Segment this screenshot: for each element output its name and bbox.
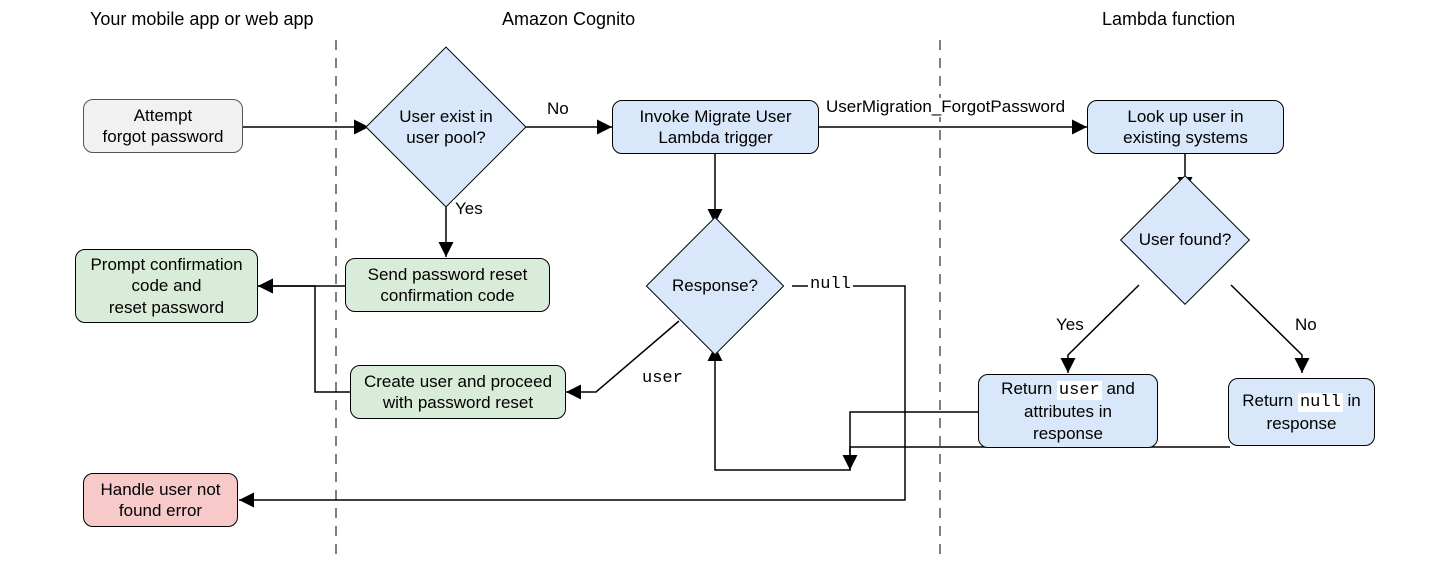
node-response: Response? <box>666 237 764 335</box>
lane-lambda-label: Lambda function <box>1100 10 1237 30</box>
node-user-exist: User exist in user pool? <box>389 70 503 184</box>
node-user-found: User found? <box>1139 194 1231 286</box>
edge-exist-no: No <box>545 100 571 119</box>
node-attempt: Attempt forgot password <box>83 99 243 153</box>
edge-resp-null: null <box>808 276 853 295</box>
lane-cognito-label: Amazon Cognito <box>500 10 637 30</box>
node-invoke-label: Invoke Migrate User Lambda trigger <box>639 106 791 149</box>
node-create-user-label: Create user and proceed with password re… <box>364 371 552 414</box>
node-send-reset-label: Send password reset confirmation code <box>368 264 528 307</box>
edge-migration: UserMigration_ForgotPassword <box>824 98 1067 117</box>
node-return-user: Return user and attributes in response <box>978 374 1158 448</box>
node-return-user-label: Return user and attributes in response <box>1001 378 1135 444</box>
node-invoke: Invoke Migrate User Lambda trigger <box>612 100 819 154</box>
node-prompt-label: Prompt confirmation code and reset passw… <box>90 254 242 318</box>
edge-found-no: No <box>1293 316 1319 335</box>
node-not-found-label: Handle user not found error <box>100 479 220 522</box>
node-return-null: Return null in response <box>1228 378 1375 446</box>
edge-exist-yes: Yes <box>453 200 485 219</box>
node-prompt: Prompt confirmation code and reset passw… <box>75 249 258 323</box>
node-send-reset: Send password reset confirmation code <box>345 258 550 312</box>
edge-found-yes: Yes <box>1054 316 1086 335</box>
node-lookup: Look up user in existing systems <box>1087 100 1284 154</box>
lane-app-label: Your mobile app or web app <box>88 10 316 30</box>
node-not-found: Handle user not found error <box>83 473 238 527</box>
node-attempt-label: Attempt forgot password <box>103 105 224 148</box>
node-create-user: Create user and proceed with password re… <box>350 365 566 419</box>
node-lookup-label: Look up user in existing systems <box>1123 106 1248 149</box>
edge-resp-user: user <box>640 370 685 389</box>
node-return-null-label: Return null in response <box>1242 390 1361 435</box>
